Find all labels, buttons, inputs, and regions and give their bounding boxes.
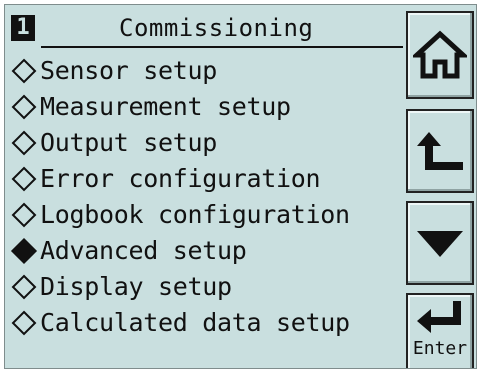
diamond-filled-icon: [10, 237, 38, 265]
menu-item-label: Logbook configuration: [40, 200, 350, 229]
menu-item-label: Calculated data setup: [40, 308, 350, 337]
page-title: Commissioning: [119, 14, 314, 42]
menu-item-calculated-data-setup[interactable]: Calculated data setup: [9, 305, 404, 341]
menu-item-label: Advanced setup: [40, 236, 247, 265]
menu-item-logbook-configuration[interactable]: Logbook configuration: [9, 197, 404, 233]
menu-item-output-setup[interactable]: Output setup: [9, 125, 404, 161]
down-triangle-icon: [417, 231, 463, 257]
home-button[interactable]: [406, 11, 474, 99]
diamond-outline-icon: [11, 310, 37, 336]
enter-return-icon: [417, 301, 461, 333]
diamond-outline-icon: [11, 130, 37, 156]
menu-item-error-configuration[interactable]: Error configuration: [9, 161, 404, 197]
diamond-outline-icon: [11, 274, 37, 300]
page-number-badge: 1: [11, 15, 35, 41]
title-underline: [41, 46, 403, 48]
diamond-outline-icon: [11, 202, 37, 228]
display-screen: 1 Commissioning Sensor setup Measurement…: [4, 4, 477, 369]
menu-item-advanced-setup[interactable]: Advanced setup: [9, 233, 404, 269]
diamond-outline-icon: [11, 94, 37, 120]
diamond-outline-icon: [11, 58, 37, 84]
down-button[interactable]: [406, 201, 474, 285]
menu-item-label: Display setup: [40, 272, 232, 301]
menu-item-measurement-setup[interactable]: Measurement setup: [9, 89, 404, 125]
menu-item-label: Measurement setup: [40, 92, 291, 121]
back-button[interactable]: [406, 109, 474, 193]
home-icon: [413, 30, 467, 79]
menu-item-display-setup[interactable]: Display setup: [9, 269, 404, 305]
back-arrow-icon: [417, 132, 463, 170]
menu-item-label: Error configuration: [40, 164, 321, 193]
header: 1 Commissioning: [11, 13, 403, 48]
menu-item-sensor-setup[interactable]: Sensor setup: [9, 53, 404, 89]
enter-label: Enter: [412, 338, 468, 359]
menu-item-label: Sensor setup: [40, 56, 218, 85]
menu-item-label: Output setup: [40, 128, 218, 157]
enter-button[interactable]: Enter: [406, 293, 474, 368]
diamond-outline-icon: [11, 166, 37, 192]
menu-list: Sensor setup Measurement setup Output se…: [9, 53, 404, 341]
